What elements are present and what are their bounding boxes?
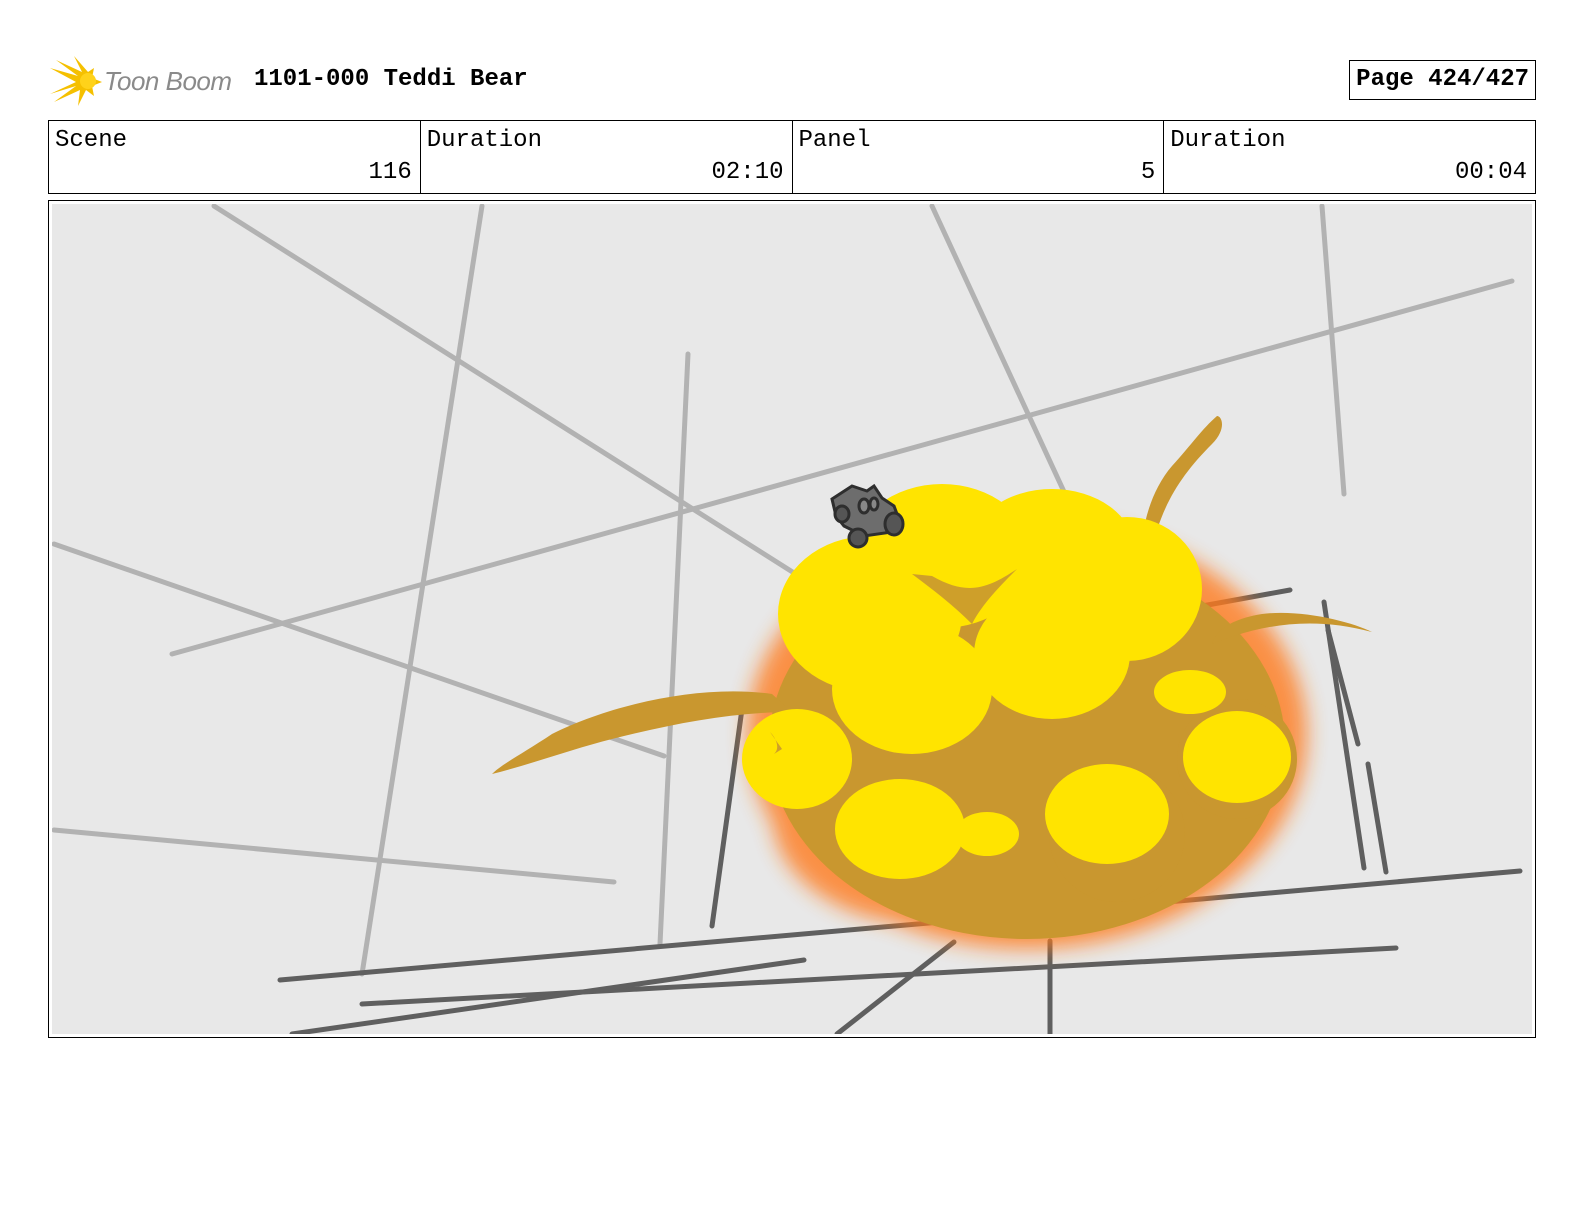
toon-boom-logo: Toon Boom bbox=[48, 54, 248, 108]
scene-value: 116 bbox=[368, 159, 412, 186]
scene-duration-value: 02:10 bbox=[711, 159, 784, 186]
scene-info-table: Scene 116 Duration 02:10 Panel 5 Duratio… bbox=[48, 120, 1536, 194]
brand-name: Toon Boom bbox=[104, 66, 232, 96]
storyboard-panel bbox=[48, 200, 1536, 1038]
panel-duration-cell: Duration 00:04 bbox=[1164, 121, 1535, 193]
scene-cell: Scene 116 bbox=[49, 121, 421, 193]
panel-artwork bbox=[52, 204, 1532, 1034]
scene-label: Scene bbox=[55, 127, 128, 154]
page-indicator: Page 424/427 bbox=[1349, 60, 1536, 100]
scene-duration-cell: Duration 02:10 bbox=[421, 121, 793, 193]
panel-value: 5 bbox=[1140, 159, 1156, 186]
panel-duration-label: Duration bbox=[1170, 127, 1286, 154]
panel-duration-value: 00:04 bbox=[1454, 159, 1527, 186]
project-title: 1101-000 Teddi Bear bbox=[254, 66, 528, 93]
toon-boom-starburst-icon bbox=[50, 56, 102, 106]
storyboard-header: Toon Boom 1101-000 Teddi Bear Page 424/4… bbox=[48, 52, 1536, 110]
panel-label: Panel bbox=[798, 127, 871, 154]
panel-cell: Panel 5 bbox=[793, 121, 1165, 193]
scene-duration-label: Duration bbox=[426, 127, 542, 154]
